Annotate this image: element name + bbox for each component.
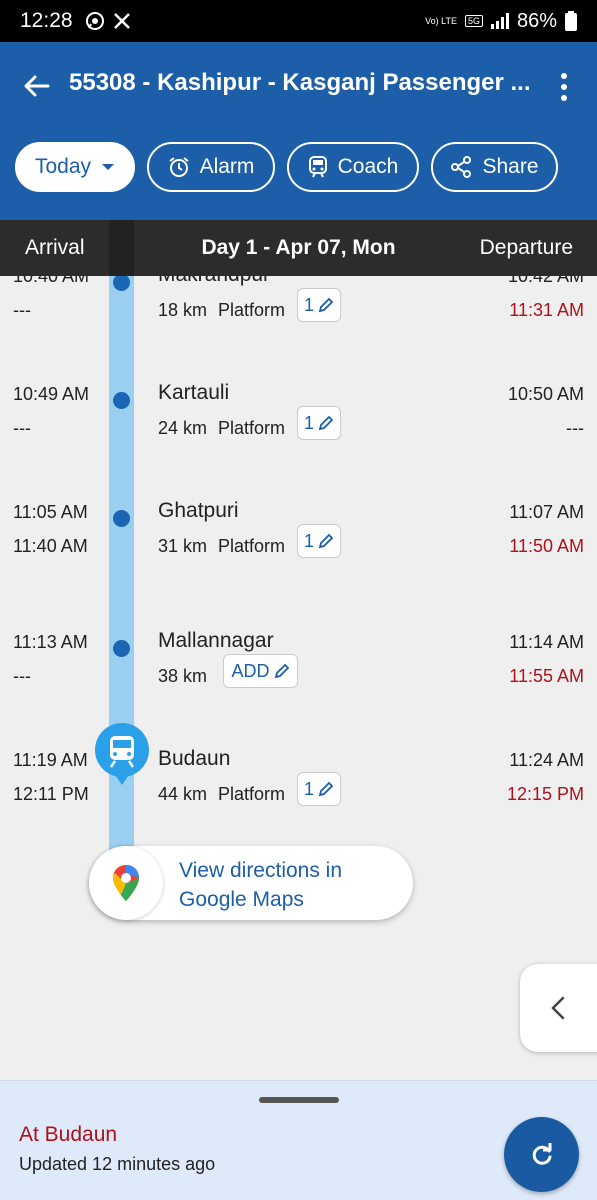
- platform-number: 1: [303, 778, 314, 799]
- arrival-scheduled: 11:05 AM: [13, 502, 88, 522]
- directions-line2: Google Maps: [179, 888, 304, 911]
- station-distance: 18 km: [158, 300, 208, 320]
- arrival-actual: 11:40 AM: [13, 536, 88, 556]
- updated-time: Updated 12 minutes ago: [19, 1154, 216, 1174]
- arrival-scheduled: 11:13 AM: [13, 632, 88, 652]
- signal-icon: [490, 13, 509, 29]
- train-coach-icon: [308, 156, 327, 178]
- stop-dot: [113, 640, 130, 657]
- status-bar: 12:28 Vo) LTE 5G 86%: [0, 0, 597, 42]
- departure-actual: 11:50 AM: [509, 536, 584, 556]
- coach-button[interactable]: Coach: [287, 142, 419, 192]
- share-button[interactable]: Share: [431, 142, 558, 192]
- alarm-label: Alarm: [199, 155, 255, 178]
- station-distance: 31 km: [158, 536, 208, 556]
- today-dropdown[interactable]: Today: [15, 142, 135, 192]
- platform-number: 1: [303, 294, 314, 315]
- app-bar: 55308 - Kashipur - Kasganj Passenger ...…: [0, 42, 597, 220]
- battery-percent: 86%: [516, 9, 557, 32]
- today-label: Today: [34, 155, 92, 178]
- page-title: 55308 - Kashipur - Kasganj Passenger ...: [69, 69, 531, 96]
- refresh-button[interactable]: [504, 1117, 579, 1192]
- platform-edit-button[interactable]: 1: [297, 772, 341, 806]
- list-item-budaun[interactable]: 11:19 AM 12:11 PM Budaun 44 km Platform …: [0, 747, 597, 840]
- platform-number: 1: [303, 530, 314, 551]
- arrival-scheduled: 10:49 AM: [13, 384, 90, 404]
- pencil-icon: [318, 781, 334, 797]
- back-arrow-icon: [24, 75, 50, 97]
- refresh-icon: [532, 1142, 551, 1165]
- platform-edit-button[interactable]: 1: [297, 288, 341, 322]
- current-location: At Budaun: [19, 1123, 118, 1146]
- arrival-actual: 12:11 PM: [13, 784, 89, 804]
- coach-label: Coach: [337, 155, 399, 178]
- platform-label: Platform: [218, 536, 286, 556]
- pencil-icon: [274, 663, 289, 679]
- station-name: Mallannagar: [158, 629, 274, 652]
- departure-actual: 11:55 AM: [509, 666, 584, 686]
- side-panel-toggle[interactable]: [520, 964, 597, 1052]
- add-platform-button[interactable]: ADD: [223, 654, 298, 688]
- departure-scheduled: 11:14 AM: [509, 632, 584, 652]
- station-distance: 38 km: [158, 666, 208, 686]
- x-icon: [113, 13, 130, 29]
- back-button[interactable]: [20, 70, 52, 102]
- day-header: Arrival Day 1 - Apr 07, Mon Departure: [0, 220, 597, 276]
- departure-scheduled: 10:50 AM: [507, 384, 584, 404]
- arrival-actual: ---: [13, 666, 31, 686]
- departure-actual: 12:15 PM: [506, 784, 584, 804]
- departure-actual: ---: [566, 418, 584, 438]
- alarm-clock-icon: [168, 157, 189, 177]
- departure-column-label: Departure: [479, 236, 573, 259]
- train-location-icon: [95, 723, 149, 785]
- list-item-kartauli[interactable]: 10:49 AM --- Kartauli 24 km Platform 1 1…: [0, 381, 597, 474]
- station-name: Budaun: [158, 747, 231, 770]
- station-name: Ghatpuri: [158, 499, 239, 522]
- pencil-icon: [318, 297, 334, 313]
- network-label: Vo) LTE: [425, 15, 457, 26]
- battery-icon: [565, 11, 577, 31]
- stop-dot: [113, 392, 130, 409]
- alarm-button[interactable]: Alarm: [147, 142, 275, 192]
- platform-number: 1: [303, 412, 314, 433]
- pencil-icon: [318, 415, 334, 431]
- station-name: Kartauli: [158, 381, 230, 404]
- share-label: Share: [482, 155, 539, 178]
- chevron-left-icon: [551, 996, 565, 1020]
- google-maps-icon: [89, 846, 163, 920]
- platform-edit-button[interactable]: 1: [297, 406, 341, 440]
- share-icon: [451, 156, 472, 178]
- arrival-actual: ---: [13, 300, 31, 320]
- stop-dot: [113, 274, 130, 291]
- station-distance: 24 km: [158, 418, 208, 438]
- platform-edit-button[interactable]: 1: [297, 524, 341, 558]
- status-time: 12:28: [20, 9, 73, 32]
- more-options-button[interactable]: [553, 70, 575, 104]
- 5g-label: 5G: [464, 15, 483, 27]
- departure-actual: 11:31 AM: [509, 300, 584, 320]
- list-item-mallannagar[interactable]: 11:13 AM --- Mallannagar 38 km ADD 11:14…: [0, 629, 597, 722]
- departure-scheduled: 11:24 AM: [509, 750, 584, 770]
- arrival-scheduled: 11:19 AM: [13, 750, 88, 770]
- pencil-icon: [318, 533, 334, 549]
- more-vert-icon: [561, 72, 567, 79]
- caret-down-icon: [102, 164, 115, 170]
- arrival-actual: ---: [13, 418, 31, 438]
- stop-dot: [113, 510, 130, 527]
- directions-line1: View directions in: [179, 859, 343, 882]
- view-directions-button[interactable]: View directions in Google Maps: [89, 846, 413, 920]
- platform-label: Platform: [218, 418, 286, 438]
- platform-label: Platform: [218, 300, 286, 320]
- add-platform-label: ADD: [231, 660, 270, 681]
- list-item-makrandpur[interactable]: 10:40 AM --- Makrandpur 18 km Platform 1…: [0, 263, 597, 356]
- departure-scheduled: 11:07 AM: [509, 502, 584, 522]
- platform-label: Platform: [218, 784, 286, 804]
- list-item-ghatpuri[interactable]: 11:05 AM 11:40 AM Ghatpuri 31 km Platfor…: [0, 499, 597, 592]
- whatsapp-icon: [85, 12, 104, 30]
- station-distance: 44 km: [158, 784, 208, 804]
- drag-handle[interactable]: [259, 1097, 339, 1103]
